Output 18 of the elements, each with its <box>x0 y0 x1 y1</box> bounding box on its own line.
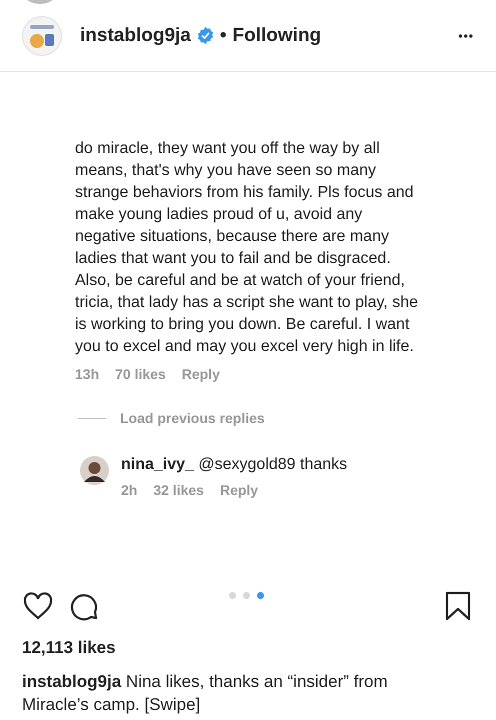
reply-likes[interactable]: 32 likes <box>153 482 204 498</box>
username[interactable]: instablog9ja <box>80 24 191 46</box>
comment-text: do miracle, they want you off the way by all means, that's why you have seen so many strange behaviors from his family. Pls focus and make young ladies proud of u, avoid any negative situations, because there are many ladies that want you to fail and be disgraced. Also, be careful and be at watch of your friend, tricia, that lady has a script she want to play, she is working to bring you down. Be careful. I want you to excel and may you excel very high in life. <box>75 139 419 357</box>
comment-time: 13h <box>75 366 100 382</box>
avatar[interactable] <box>22 16 62 56</box>
heart-icon[interactable] <box>22 590 54 622</box>
comment-likes[interactable]: 70 likes <box>115 366 166 382</box>
caption: instablog9ja Nina likes, thanks an “insider” from Miracle’s camp. [Swipe] <box>22 671 389 716</box>
avatar <box>80 456 109 485</box>
reply-link[interactable]: Reply <box>182 366 220 382</box>
separator-dot: • <box>220 24 227 46</box>
following-label[interactable]: Following <box>232 24 322 46</box>
more-button[interactable]: ••• <box>458 28 474 42</box>
reply-time: 2h <box>121 482 138 498</box>
likes-count[interactable]: 12,113 likes <box>22 638 474 658</box>
reply-text: nina_ivy_ @sexygold89 thanks <box>121 456 348 474</box>
load-replies-link[interactable]: Load previous replies <box>120 410 265 426</box>
reply-link[interactable]: Reply <box>220 482 258 498</box>
